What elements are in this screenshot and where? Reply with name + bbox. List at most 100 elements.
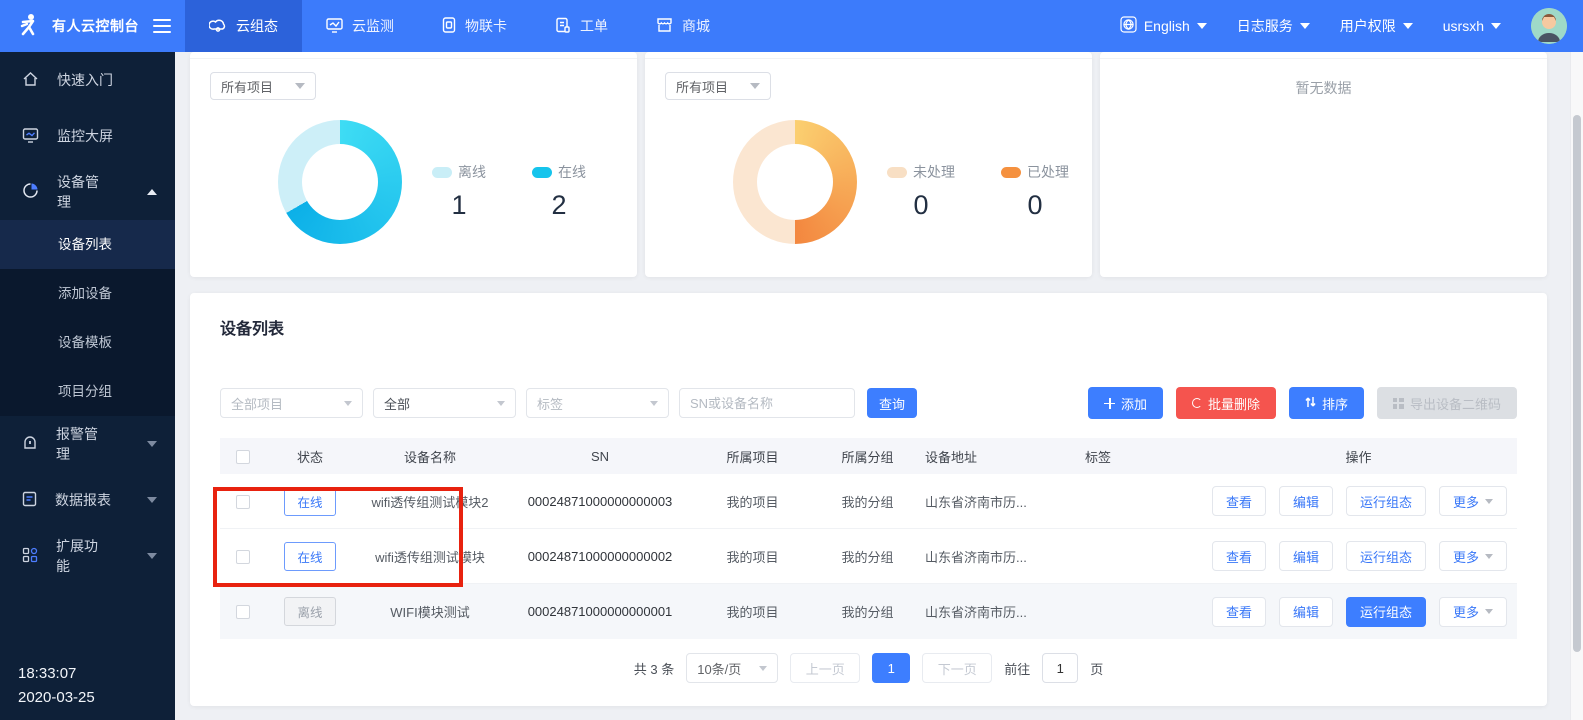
caret-down-icon <box>147 441 157 447</box>
caret-down-icon <box>1485 499 1493 504</box>
more-button[interactable]: 更多 <box>1439 541 1507 571</box>
view-button[interactable]: 查看 <box>1212 597 1266 627</box>
sidebar-item-data-report[interactable]: 数据报表 <box>0 472 175 528</box>
language-selector[interactable]: English <box>1120 16 1207 36</box>
export-qr-button[interactable]: 导出设备二维码 <box>1377 387 1517 419</box>
project-filter-select[interactable]: 所有项目 <box>665 72 771 100</box>
sidebar-item-monitor-screen[interactable]: 监控大屏 <box>0 108 175 164</box>
legend-offline: 离线 1 <box>432 162 486 221</box>
tab-mall[interactable]: 商城 <box>632 0 734 52</box>
sidebar-subitem-project-group[interactable]: 项目分组 <box>0 367 175 416</box>
sort-icon <box>1305 396 1316 411</box>
query-button[interactable]: 查询 <box>867 388 917 418</box>
device-status-card: 所有项目 离线 1 在线 2 <box>190 52 637 277</box>
device-status-legend: 离线 1 在线 2 <box>432 162 586 221</box>
total-count: 共 3 条 <box>634 659 674 678</box>
caret-down-icon <box>497 401 505 406</box>
handled-swatch <box>1001 167 1021 178</box>
batch-delete-button[interactable]: 批量删除 <box>1176 387 1276 419</box>
tab-work-order[interactable]: 工单 <box>531 0 632 52</box>
brand-area: 有人云控制台 <box>0 0 175 52</box>
scrollbar-thumb[interactable] <box>1573 115 1581 652</box>
device-sn: 00024871000000000002 <box>505 549 695 564</box>
page-size-select[interactable]: 10条/页 <box>686 653 778 683</box>
legend-online: 在线 2 <box>532 162 586 221</box>
prev-page-button[interactable]: 上一页 <box>790 653 860 683</box>
run-scada-button[interactable]: 运行组态 <box>1346 597 1426 627</box>
select-all-checkbox[interactable] <box>236 450 250 464</box>
sidebar-item-alarm-management[interactable]: 报警管理 <box>0 416 175 472</box>
goto-label: 前往 <box>1004 659 1030 678</box>
batch-delete-icon <box>1192 398 1202 408</box>
goto-page-input[interactable] <box>1042 653 1078 683</box>
scrollbar-track[interactable] <box>1570 52 1583 720</box>
more-button[interactable]: 更多 <box>1439 486 1507 516</box>
edit-button[interactable]: 编辑 <box>1279 486 1333 516</box>
table-row: 离线 WIFI模块测试 00024871000000000001 我的项目 我的… <box>220 584 1517 639</box>
project-select[interactable]: 全部项目 <box>220 388 363 418</box>
plus-icon <box>1104 398 1115 409</box>
user-avatar[interactable] <box>1531 8 1567 44</box>
row-checkbox[interactable] <box>236 605 250 619</box>
top-navigation-bar: 有人云控制台 云组态 云监测 物联卡 工单 商城 English <box>0 0 1583 52</box>
tab-cloud-monitor[interactable]: 云监测 <box>302 0 418 52</box>
globe-icon <box>1120 16 1137 36</box>
tag-select[interactable]: 标签 <box>526 388 669 418</box>
unhandled-count: 0 <box>913 190 928 221</box>
sidebar-subitem-device-template[interactable]: 设备模板 <box>0 318 175 367</box>
device-group: 我的分组 <box>810 547 925 566</box>
status-select[interactable]: 全部 <box>373 388 516 418</box>
device-management-submenu: 设备列表 添加设备 设备模板 项目分组 <box>0 220 175 416</box>
row-checkbox[interactable] <box>236 495 250 509</box>
device-project: 我的项目 <box>695 547 810 566</box>
usr-logo-icon <box>16 12 42 41</box>
clock-time: 18:33:07 <box>18 662 95 686</box>
big-screen-icon <box>22 127 39 146</box>
add-button[interactable]: 添加 <box>1088 387 1163 419</box>
sidebar-item-quick-start[interactable]: 快速入门 <box>0 52 175 108</box>
sidebar-clock: 18:33:07 2020-03-25 <box>18 662 95 710</box>
home-icon <box>22 71 39 90</box>
view-button[interactable]: 查看 <box>1212 541 1266 571</box>
log-service-menu[interactable]: 日志服务 <box>1237 16 1310 36</box>
edit-button[interactable]: 编辑 <box>1279 597 1333 627</box>
search-input[interactable] <box>679 388 855 418</box>
topbar-right-menu: English 日志服务 用户权限 usrsxh <box>1120 8 1583 44</box>
menu-toggle-icon[interactable] <box>153 19 171 33</box>
next-page-button[interactable]: 下一页 <box>922 653 992 683</box>
sidebar-subitem-add-device[interactable]: 添加设备 <box>0 269 175 318</box>
caret-up-icon <box>147 189 157 195</box>
run-scada-button[interactable]: 运行组态 <box>1346 541 1426 571</box>
tab-cloud-scada[interactable]: 云组态 <box>185 0 302 52</box>
device-name: wifi透传组测试模块2 <box>355 492 505 511</box>
project-filter-select[interactable]: 所有项目 <box>210 72 316 100</box>
offline-swatch <box>432 167 452 178</box>
tab-iot-sim[interactable]: 物联卡 <box>418 0 531 52</box>
no-data-text: 暂无数据 <box>1100 78 1547 98</box>
device-group: 我的分组 <box>810 602 925 621</box>
row-actions: 查看 编辑 运行组态 更多 <box>1200 541 1517 571</box>
report-icon <box>22 491 37 510</box>
cloud-icon <box>209 17 227 36</box>
more-button[interactable]: 更多 <box>1439 597 1507 627</box>
device-address: 山东省济南市历... <box>925 492 1085 511</box>
edit-button[interactable]: 编辑 <box>1279 541 1333 571</box>
sidebar-subitem-device-list[interactable]: 设备列表 <box>0 220 175 269</box>
clock-date: 2020-03-25 <box>18 686 95 710</box>
view-button[interactable]: 查看 <box>1212 486 1266 516</box>
row-checkbox[interactable] <box>236 550 250 564</box>
sort-button[interactable]: 排序 <box>1289 387 1364 419</box>
sim-card-icon <box>442 17 456 36</box>
run-scada-button[interactable]: 运行组态 <box>1346 486 1426 516</box>
user-rights-menu[interactable]: 用户权限 <box>1340 16 1413 36</box>
username-menu[interactable]: usrsxh <box>1443 18 1501 34</box>
sidebar-item-extensions[interactable]: 扩展功能 <box>0 528 175 584</box>
table-row: 在线 wifi透传组测试模块 00024871000000000002 我的项目… <box>220 529 1517 584</box>
sidebar-item-device-management[interactable]: 设备管理 <box>0 164 175 220</box>
handled-count: 0 <box>1027 190 1042 221</box>
legend-unhandled: 未处理 0 <box>887 162 955 221</box>
unhandled-swatch <box>887 167 907 178</box>
page-number-1[interactable]: 1 <box>872 653 910 683</box>
device-name: WIFI模块测试 <box>355 602 505 621</box>
device-address: 山东省济南市历... <box>925 602 1085 621</box>
